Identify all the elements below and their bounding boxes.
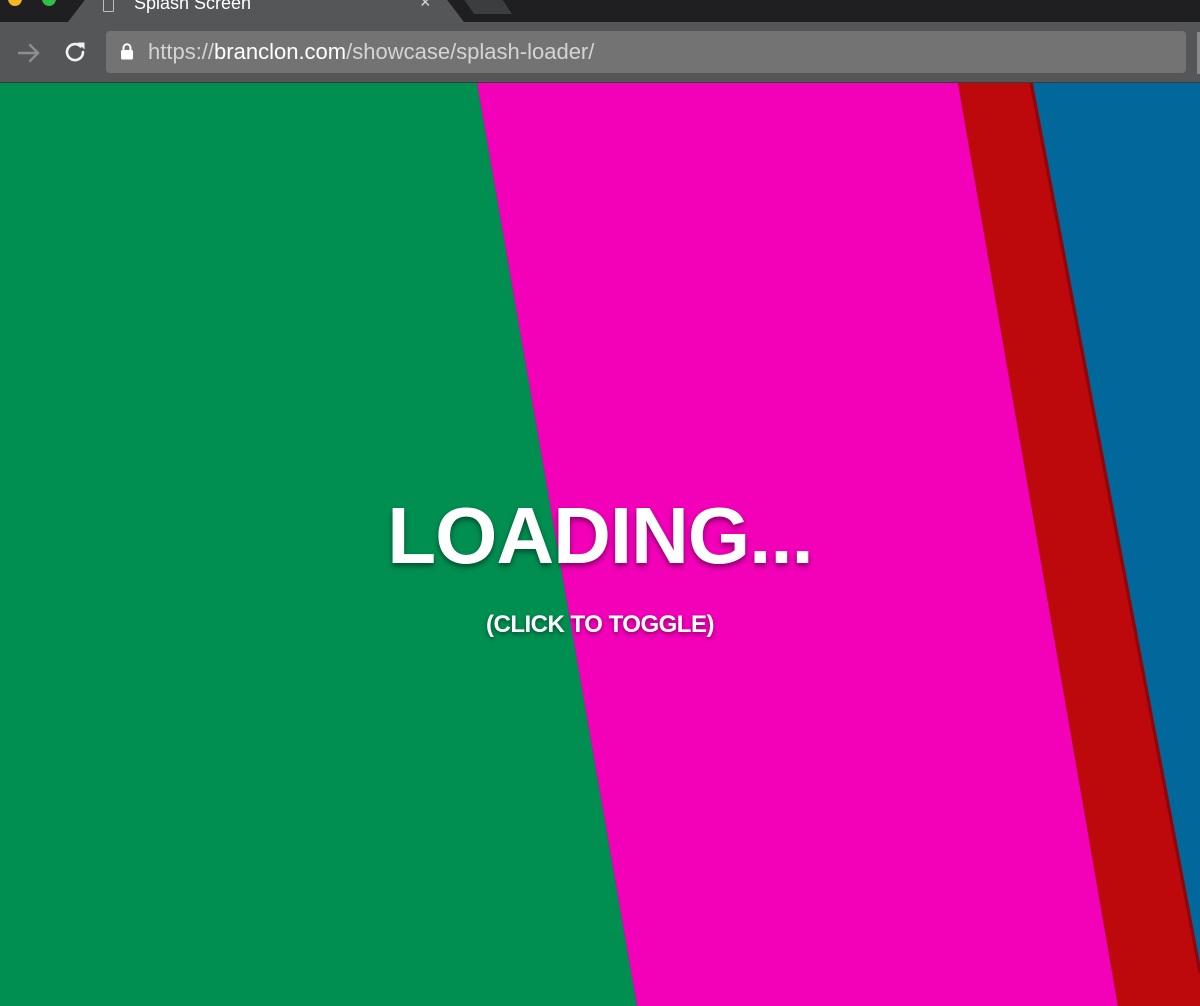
new-tab-button[interactable] xyxy=(462,0,512,14)
browser-window: Splash Screen × https://branclon.com/sho… xyxy=(0,0,1200,1006)
tab-splash-screen[interactable]: Splash Screen × xyxy=(68,0,464,22)
forward-arrow-icon[interactable] xyxy=(16,40,42,66)
minimize-window-button[interactable] xyxy=(8,0,22,6)
lock-icon xyxy=(121,43,133,60)
url-path: /showcase/splash-loader/ xyxy=(346,39,595,64)
tab-strip: Splash Screen × xyxy=(0,0,1200,22)
browser-toolbar: https://branclon.com/showcase/splash-loa… xyxy=(0,22,1200,83)
url-host: branclon.com xyxy=(214,39,347,64)
tab-title: Splash Screen xyxy=(134,0,252,13)
reload-icon[interactable] xyxy=(62,39,88,65)
splash-screen[interactable]: LOADING... (CLICK TO TOGGLE) xyxy=(0,83,1200,1006)
url-text: https://branclon.com/showcase/splash-loa… xyxy=(148,40,594,64)
close-tab-icon[interactable]: × xyxy=(420,0,431,11)
url-scheme: https:// xyxy=(148,39,215,64)
toggle-hint[interactable]: (CLICK TO TOGGLE) xyxy=(0,610,1200,640)
zoom-window-button[interactable] xyxy=(42,0,56,6)
page-icon xyxy=(103,0,114,12)
loading-title: LOADING... xyxy=(387,491,814,580)
address-bar[interactable]: https://branclon.com/showcase/splash-loa… xyxy=(106,31,1186,73)
